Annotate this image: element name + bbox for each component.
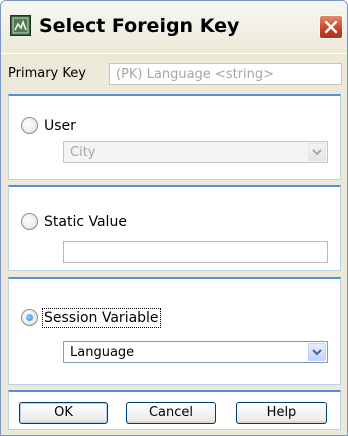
chevron-down-icon xyxy=(312,149,322,156)
primary-key-field: (PK) Language <string> xyxy=(109,63,342,85)
user-dropdown: City xyxy=(63,141,328,163)
session-variable-radio[interactable] xyxy=(21,309,38,326)
user-radio-row[interactable]: User xyxy=(21,117,76,134)
session-variable-radio-label[interactable]: Session Variable xyxy=(42,307,161,328)
close-icon xyxy=(324,20,338,34)
radio-selected-dot xyxy=(26,314,33,321)
session-variable-radio-row[interactable]: Session Variable xyxy=(21,307,161,328)
app-glyph-icon xyxy=(12,17,29,34)
user-radio-label[interactable]: User xyxy=(44,118,76,134)
primary-key-label: Primary Key xyxy=(8,66,86,81)
static-value-radio-label[interactable]: Static Value xyxy=(44,214,127,230)
close-button[interactable] xyxy=(319,15,343,39)
primary-key-row: Primary Key (PK) Language <string> xyxy=(8,63,344,85)
static-value-radio[interactable] xyxy=(21,213,38,230)
session-variable-dropdown-button[interactable] xyxy=(308,343,326,361)
user-radio[interactable] xyxy=(21,117,38,134)
title-bar[interactable]: Select Foreign Key xyxy=(1,1,347,54)
ok-button[interactable]: OK xyxy=(19,402,108,424)
session-variable-dropdown-value: Language xyxy=(70,345,135,360)
select-foreign-key-dialog: Select Foreign Key Primary Key (PK) Lang… xyxy=(0,0,348,436)
static-value-radio-row[interactable]: Static Value xyxy=(21,213,127,230)
static-value-group: Static Value xyxy=(8,185,341,271)
help-button[interactable]: Help xyxy=(236,402,327,424)
session-variable-group: Session Variable Language xyxy=(8,277,341,385)
button-bar: OK Cancel Help xyxy=(8,390,341,430)
window-title: Select Foreign Key xyxy=(39,15,240,37)
window-app-icon xyxy=(10,15,31,36)
user-dropdown-button xyxy=(308,143,326,161)
cancel-button[interactable]: Cancel xyxy=(126,402,216,424)
user-group: User City xyxy=(8,94,341,180)
user-dropdown-value: City xyxy=(70,145,96,160)
session-variable-dropdown[interactable]: Language xyxy=(63,341,328,363)
chevron-down-icon xyxy=(312,349,322,356)
static-value-input[interactable] xyxy=(63,241,328,263)
